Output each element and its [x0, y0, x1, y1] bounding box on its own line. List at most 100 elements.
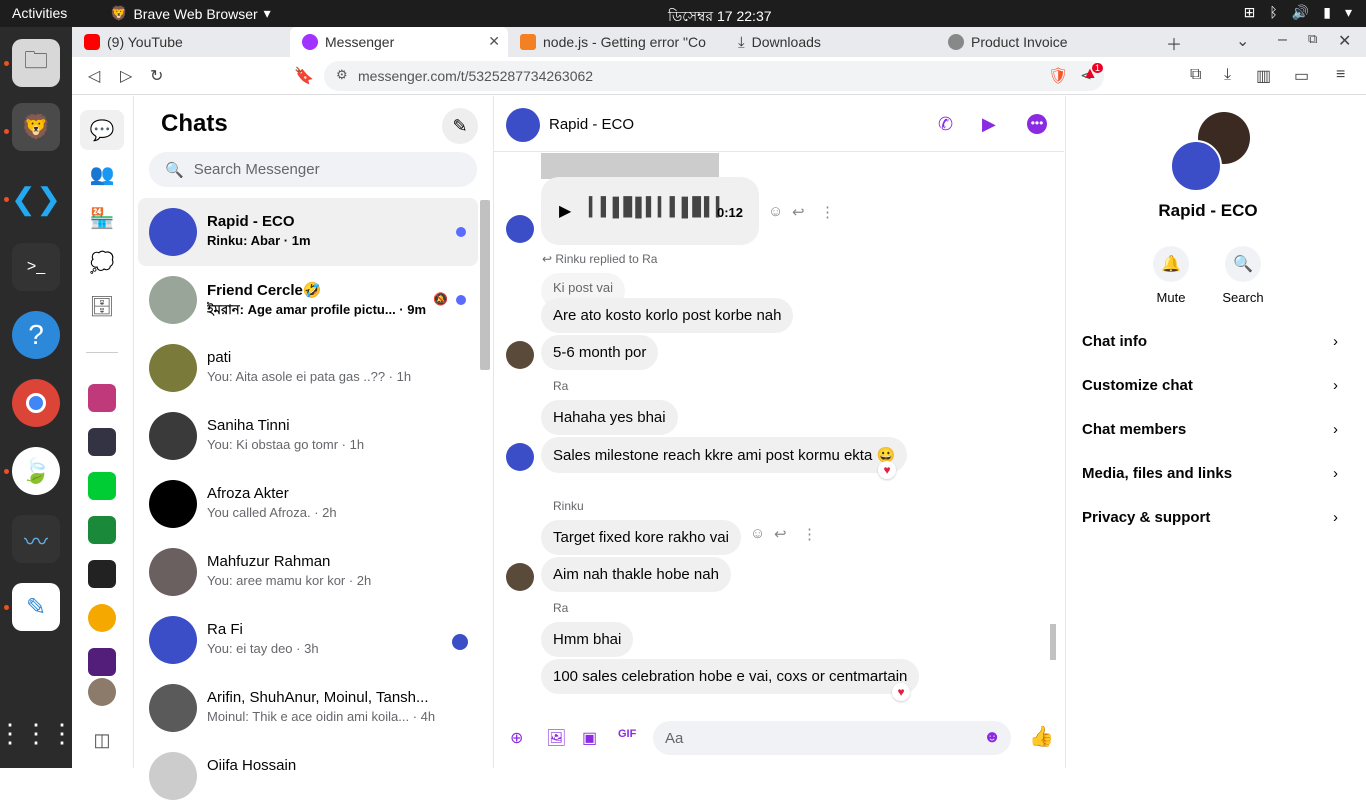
close-window-icon[interactable]: ✕	[1338, 31, 1351, 51]
gif-icon[interactable]: GIF	[618, 728, 636, 740]
message-scrollbar[interactable]	[1050, 624, 1056, 660]
message-bubble[interactable]: 100 sales celebration hobe e vai, coxs o…	[541, 659, 920, 694]
chat-list-scrollbar[interactable]	[480, 200, 490, 370]
tab-search-icon[interactable]: ⌄	[1236, 31, 1249, 51]
community-icon[interactable]	[88, 648, 116, 676]
people-nav-icon[interactable]: 👥	[80, 154, 124, 194]
group-avatar[interactable]	[506, 108, 540, 142]
community-icon[interactable]	[88, 516, 116, 544]
terminal-icon[interactable]: >_	[12, 243, 60, 291]
chat-item-oiifa-hossain[interactable]: Oiifa Hossain	[138, 742, 478, 810]
community-icon[interactable]	[88, 604, 116, 632]
site-info-icon[interactable]: ⚙	[336, 67, 348, 83]
chat-item-friend-cercle[interactable]: Friend Cercle🤣 ইমরান: Age amar profile p…	[138, 266, 478, 334]
marketplace-nav-icon[interactable]: 🏪	[80, 198, 124, 238]
message-bubble[interactable]: 5-6 month por	[541, 335, 659, 370]
chat-item-group[interactable]: Arifin, ShuhAnur, Moinul, Tansh... Moinu…	[138, 674, 478, 742]
message-bubble[interactable]: Aim nah thakle hobe nah	[541, 557, 731, 592]
conversation-title[interactable]: Rapid - ECO	[549, 116, 634, 133]
system-tray[interactable]: ⊞ ᛒ 🔊 ▮ ▾	[1244, 4, 1352, 21]
video-icon[interactable]: ▶	[982, 114, 996, 135]
message-bubble[interactable]: Hmm bhai	[541, 622, 634, 657]
image-attachment[interactable]	[541, 153, 719, 179]
activities-button[interactable]: Activities	[12, 5, 67, 21]
community-icon[interactable]	[88, 560, 116, 588]
customize-chat-row[interactable]: Customize chat ›	[1082, 377, 1338, 394]
bluetooth-icon[interactable]: ᛒ	[1269, 4, 1277, 21]
audio-message[interactable]: ▶ ▎▍▌▋▌▍▎▍▌▋▍▎ 0:12	[541, 177, 759, 245]
mute-button[interactable]: 🔔 Mute	[1141, 246, 1201, 305]
menu-icon[interactable]: ≡	[1336, 66, 1345, 84]
tab-messenger[interactable]: Messenger ✕	[290, 27, 508, 57]
files-icon[interactable]: 🗀	[12, 39, 60, 87]
search-messenger-input[interactable]: 🔍 Search Messenger	[149, 152, 477, 187]
forward-icon[interactable]: ▷	[120, 66, 132, 86]
address-bar[interactable]: ⚙ messenger.com/t/5325287734263062 ⋖	[324, 61, 1104, 91]
close-tab-icon[interactable]: ✕	[488, 33, 500, 50]
sidebar-icon[interactable]: ▥	[1256, 66, 1271, 86]
more-actions-icon[interactable]: ⋮	[802, 525, 817, 543]
chat-members-row[interactable]: Chat members ›	[1082, 421, 1338, 438]
requests-nav-icon[interactable]: 💭	[80, 242, 124, 282]
chat-info-row[interactable]: Chat info ›	[1082, 333, 1338, 350]
more-icon[interactable]: •••	[1027, 114, 1047, 134]
chats-nav-icon[interactable]: 💬	[80, 110, 124, 150]
message-bubble[interactable]: Are ato kosto korlo post korbe nah	[541, 298, 794, 333]
downloads-icon[interactable]: ⤓	[1224, 66, 1231, 84]
vscode-icon[interactable]: ❮❯	[11, 175, 61, 223]
chat-item-mahfuzur-rahman[interactable]: Mahfuzur Rahman You: aree mamu kor kor ·…	[138, 538, 478, 606]
message-bubble[interactable]: Sales milestone reach kkre ami post korm…	[541, 437, 908, 473]
community-icon[interactable]	[88, 428, 116, 456]
chrome-icon[interactable]	[12, 379, 60, 427]
chat-item-pati[interactable]: pati You: Aita asole ei pata gas ..?? · …	[138, 334, 478, 402]
search-button[interactable]: 🔍 Search	[1213, 246, 1273, 305]
bookmark-icon[interactable]: 🔖	[294, 66, 314, 86]
brave-shields-icon[interactable]: 🛡	[1048, 66, 1068, 86]
battery-icon[interactable]: ▮	[1323, 4, 1331, 21]
privacy-support-row[interactable]: Privacy & support ›	[1082, 509, 1338, 526]
network-icon[interactable]: ⊞	[1244, 4, 1256, 21]
plus-icon[interactable]: ⊕	[510, 728, 523, 748]
phone-icon[interactable]: ✆	[938, 114, 953, 135]
brave-icon[interactable]: 🦁	[12, 103, 60, 151]
mongodb-icon[interactable]: 🍃	[12, 447, 60, 495]
clock[interactable]: ডিসেম্বর 17 22:37	[668, 5, 772, 29]
like-icon[interactable]: 👍	[1029, 724, 1054, 749]
profile-avatar[interactable]	[88, 678, 116, 706]
reload-icon[interactable]: ↻	[150, 66, 163, 86]
back-icon[interactable]: ◁	[88, 66, 100, 86]
chat-item-ra-fi[interactable]: Ra Fi You: ei tay deo · 3h	[138, 606, 478, 674]
message-bubble[interactable]: Target fixed kore rakho vai	[541, 520, 741, 555]
system-monitor-icon[interactable]: 〰	[12, 515, 60, 563]
minimize-icon[interactable]: –	[1278, 31, 1287, 49]
react-icon[interactable]: ☺	[750, 525, 765, 542]
message-bubble[interactable]: Hahaha yes bhai	[541, 400, 678, 435]
help-icon[interactable]: ?	[12, 311, 60, 359]
tab-downloads[interactable]: ⤓ Downloads	[726, 27, 936, 57]
tab-youtube[interactable]: (9) YouTube	[72, 27, 290, 57]
reply-icon[interactable]: ↩	[792, 203, 805, 221]
chat-item-saniha-tinni[interactable]: Saniha Tinni You: Ki obstaa go tomr · 1h	[138, 402, 478, 470]
show-apps-icon[interactable]: ⋮⋮⋮	[0, 709, 75, 757]
react-icon[interactable]: ☺	[768, 203, 783, 220]
tab-product-invoice[interactable]: Product Invoice	[936, 27, 1146, 57]
app-menu[interactable]: 🦁 Brave Web Browser ▾	[110, 5, 271, 22]
media-files-row[interactable]: Media, files and links ›	[1082, 465, 1338, 482]
toggle-sidebar-icon[interactable]: ◫	[80, 720, 124, 760]
heart-reaction[interactable]: ♥	[878, 461, 896, 479]
text-editor-icon[interactable]: ✎	[12, 583, 60, 631]
heart-reaction[interactable]: ♥	[892, 683, 910, 701]
chevron-down-icon[interactable]: ▾	[1345, 4, 1352, 21]
archive-nav-icon[interactable]: 🗄	[80, 286, 124, 326]
tab-stackoverflow[interactable]: node.js - Getting error "Co	[508, 27, 726, 57]
chat-item-rapid-eco[interactable]: Rapid - ECO Rinku: Abar · 1m	[138, 198, 478, 266]
reply-icon[interactable]: ↩	[774, 525, 787, 543]
message-input[interactable]: Aa ☻	[653, 721, 1011, 755]
more-actions-icon[interactable]: ⋮	[820, 203, 835, 221]
image-icon[interactable]: 🖼	[546, 728, 566, 748]
extensions-icon[interactable]: ⧉	[1190, 66, 1201, 84]
community-icon[interactable]	[88, 472, 116, 500]
emoji-icon[interactable]: ☻	[983, 727, 1001, 747]
wallet-icon[interactable]: ▭	[1294, 66, 1309, 86]
volume-icon[interactable]: 🔊	[1292, 4, 1309, 21]
